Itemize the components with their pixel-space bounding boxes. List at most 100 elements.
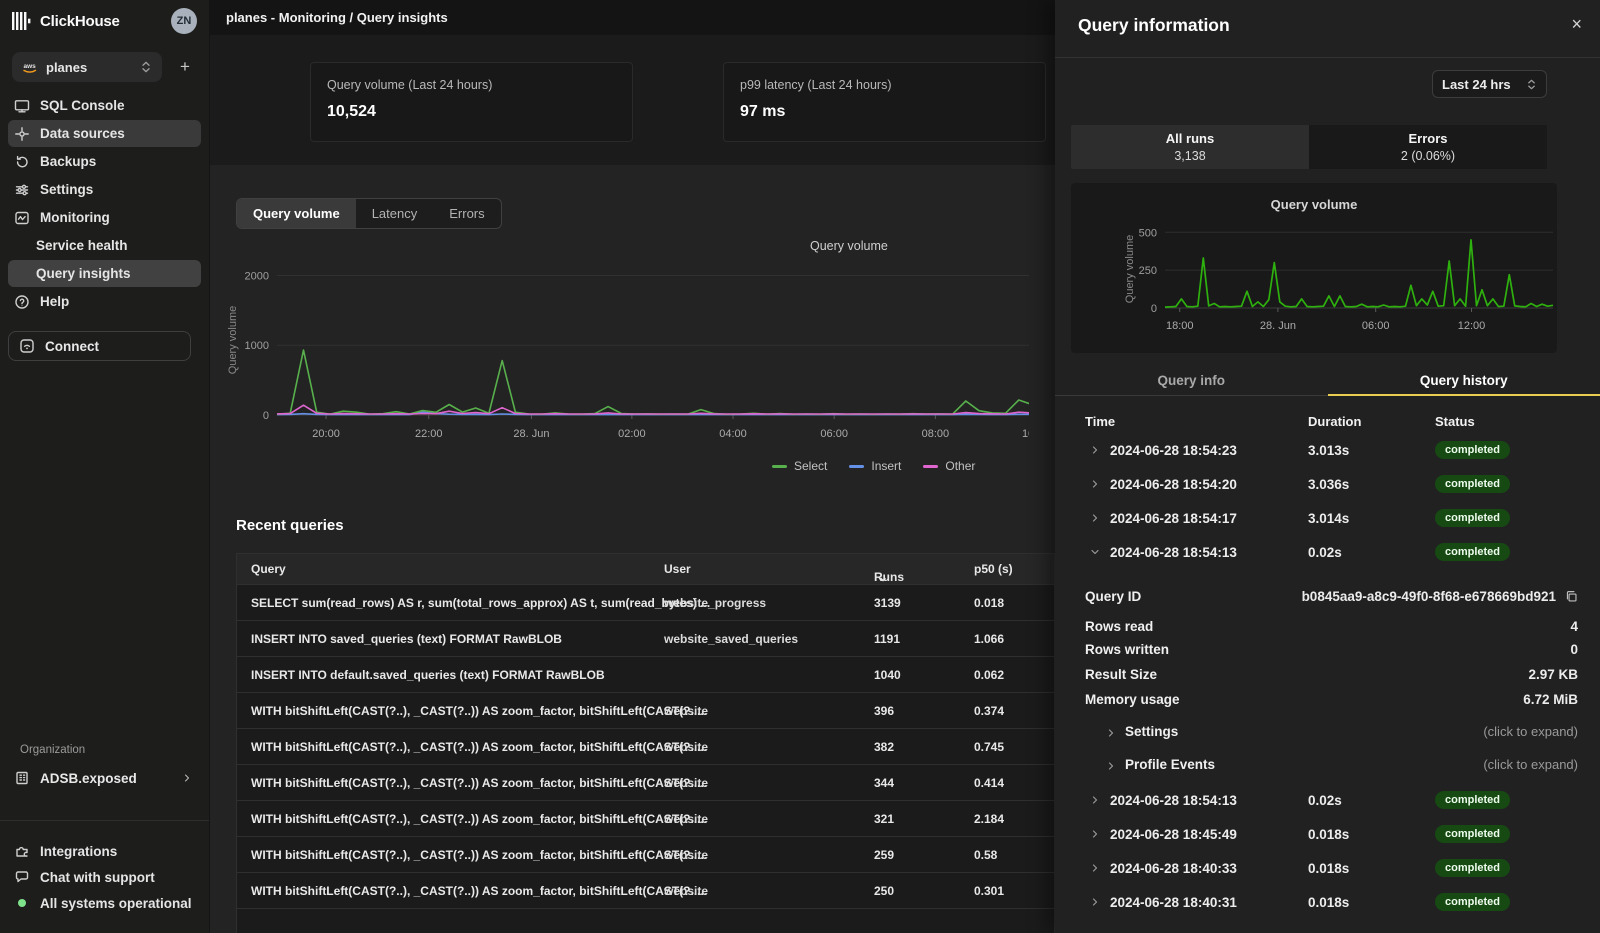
sidebar-item-data-sources[interactable]: Data sources [8,120,201,147]
table-row[interactable] [237,908,1054,933]
chevron-down-icon[interactable] [1089,546,1101,558]
connect-button[interactable]: Connect [8,331,191,361]
sidebar-item-query-insights[interactable]: Query insights [8,260,201,287]
svg-text:22:00: 22:00 [415,428,443,440]
history-row[interactable]: 2024-06-28 18:54:130.02scompleted [1055,536,1600,570]
system-status-row[interactable]: All systems operational [8,890,201,916]
history-row[interactable]: 2024-06-28 18:40:310.018scompleted [1055,886,1600,920]
cell-query: WITH bitShiftLeft(CAST(?..), _CAST(?..))… [251,848,707,862]
history-row[interactable]: 2024-06-28 18:54:130.02scompleted [1055,784,1600,818]
mini-chart-canvas: 025050018:0028. Jun06:0012:00Query volum… [1071,217,1557,349]
detail-field-label: Result Size [1085,667,1157,682]
connect-icon [19,338,35,354]
cell-runs: 396 [874,704,894,718]
svg-text:1000: 1000 [245,340,269,352]
sidebar-item-settings[interactable]: Settings [8,176,201,203]
service-selector[interactable]: aws planes [12,52,162,82]
sort-desc-icon: ⌄ [878,570,888,584]
chat-icon [14,869,30,885]
status-badge: completed [1435,825,1510,843]
tab-latency[interactable]: Latency [356,199,434,228]
cell-p50: 0.374 [974,704,1004,718]
table-row[interactable]: WITH bitShiftLeft(CAST(?..), _CAST(?..))… [237,872,1054,908]
add-service-button[interactable]: + [173,57,197,77]
chevron-right-icon[interactable] [1089,444,1101,456]
status-badge: completed [1435,441,1510,459]
table-row[interactable]: WITH bitShiftLeft(CAST(?..), _CAST(?..))… [237,728,1054,764]
runs-errors-toggle: All runs 3,138 Errors 2 (0.06%) [1071,125,1547,169]
table-row[interactable]: WITH bitShiftLeft(CAST(?..), _CAST(?..))… [237,800,1054,836]
sidebar-item-backups[interactable]: Backups [8,148,201,175]
brand-row: ClickHouse ZN [12,8,197,34]
detail-expandable-settings[interactable]: Settings(click to expand) [1105,724,1578,746]
detail-field-value: b0845aa9-a8c9-49f0-8f68-e678669bd921 [1302,589,1556,604]
chevron-right-icon[interactable] [1105,760,1117,772]
footer-item-label: Integrations [40,844,117,859]
copy-icon[interactable] [1565,590,1578,603]
column-header-query[interactable]: Query [251,562,286,576]
detail-field-row: Rows read4 [1085,619,1578,641]
tab-query-history[interactable]: Query history [1328,368,1600,395]
history-row[interactable]: 2024-06-28 18:54:203.036scompleted [1055,468,1600,502]
main-chart-canvas: 01000200020:0022:0028. Jun02:0004:0006:0… [222,255,1029,451]
table-row[interactable]: SELECT sum(read_rows) AS r, sum(total_ro… [237,584,1054,620]
column-header-user[interactable]: User [664,562,691,576]
insert-swatch-icon [849,465,864,468]
cell-time: 2024-06-28 18:40:31 [1110,895,1237,910]
chevron-right-icon[interactable] [1089,794,1101,806]
tab-query-info[interactable]: Query info [1055,368,1328,395]
legend-item-select[interactable]: Select [772,459,827,473]
mini-chart-title: Query volume [1071,197,1557,212]
sidebar-item-integrations[interactable]: Integrations [8,838,201,864]
history-row[interactable]: 2024-06-28 18:54:173.014scompleted [1055,502,1600,536]
chevron-right-icon[interactable] [1089,862,1101,874]
cell-query: WITH bitShiftLeft(CAST(?..), _CAST(?..))… [251,776,707,790]
legend-label: Insert [871,459,901,473]
stat-value: 10,524 [327,103,616,121]
time-range-selector[interactable]: Last 24 hrs [1432,70,1547,98]
chevron-right-icon[interactable] [1089,896,1101,908]
cell-query: SELECT sum(read_rows) AS r, sum(total_ro… [251,596,710,610]
main-chart[interactable]: 01000200020:0022:0028. Jun02:0004:0006:0… [222,255,1029,455]
sql-console-icon [14,98,30,114]
legend-item-insert[interactable]: Insert [849,459,901,473]
integrations-icon [14,843,30,859]
table-row[interactable]: WITH bitShiftLeft(CAST(?..), _CAST(?..))… [237,692,1054,728]
avatar[interactable]: ZN [171,8,197,34]
column-header-p50[interactable]: p50 (s) [974,562,1013,576]
sidebar-item-help[interactable]: Help [8,288,201,315]
table-row[interactable]: INSERT INTO default.saved_queries (text)… [237,656,1054,692]
sidebar-item-service-health[interactable]: Service health [8,232,201,259]
cell-time: 2024-06-28 18:54:13 [1110,545,1237,560]
svg-text:aws: aws [24,63,37,70]
tab-query-volume[interactable]: Query volume [237,199,356,228]
chevron-right-icon[interactable] [1089,478,1101,490]
table-row[interactable]: INSERT INTO saved_queries (text) FORMAT … [237,620,1054,656]
table-row[interactable]: WITH bitShiftLeft(CAST(?..), _CAST(?..))… [237,836,1054,872]
chevron-right-icon[interactable] [1089,512,1101,524]
cell-p50: 0.301 [974,884,1004,898]
chevron-right-icon[interactable] [1089,828,1101,840]
svg-text:0: 0 [263,410,269,422]
tab-errors[interactable]: Errors [433,199,500,228]
sidebar-item-monitoring[interactable]: Monitoring [8,204,201,231]
detail-expandable-profile-events[interactable]: Profile Events(click to expand) [1105,757,1578,779]
toggle-all-runs[interactable]: All runs 3,138 [1071,125,1309,169]
cell-query: WITH bitShiftLeft(CAST(?..), _CAST(?..))… [251,812,707,826]
sidebar-item-label: Help [40,294,69,309]
toggle-errors[interactable]: Errors 2 (0.06%) [1309,125,1547,169]
svg-text:0: 0 [1151,303,1157,315]
status-badge: completed [1435,475,1510,493]
history-row[interactable]: 2024-06-28 18:45:490.018scompleted [1055,818,1600,852]
history-row[interactable]: 2024-06-28 18:40:330.018scompleted [1055,852,1600,886]
organization-switcher[interactable]: ADSB.exposed [8,764,201,792]
legend-item-other[interactable]: Other [923,459,975,473]
close-icon[interactable]: × [1571,14,1582,35]
mini-query-volume-chart[interactable]: Query volume 025050018:0028. Jun06:0012:… [1071,183,1557,353]
table-row[interactable]: WITH bitShiftLeft(CAST(?..), _CAST(?..))… [237,764,1054,800]
sidebar-item-sql-console[interactable]: SQL Console [8,92,201,119]
sidebar-item-label: SQL Console [40,98,125,113]
chevron-right-icon[interactable] [1105,727,1117,739]
sidebar-item-chat-support[interactable]: Chat with support [8,864,201,890]
history-row[interactable]: 2024-06-28 18:54:233.013scompleted [1055,434,1600,468]
